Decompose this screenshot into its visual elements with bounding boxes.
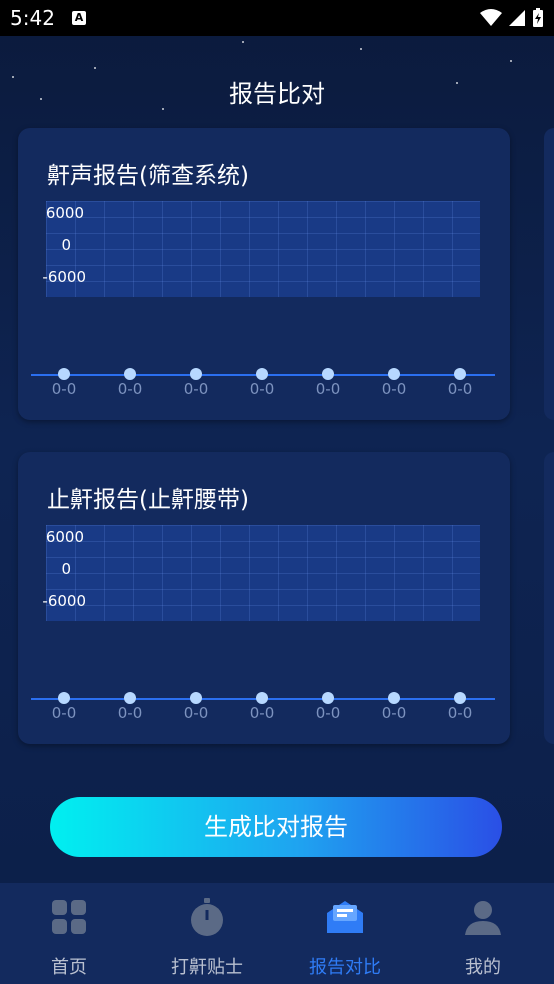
- data-point[interactable]: [256, 368, 268, 380]
- bottom-tab-bar: 首页 打鼾贴士 报告对比 我的: [0, 883, 554, 984]
- y-tick: 6000: [45, 528, 84, 546]
- x-tick: 0-0: [315, 704, 341, 722]
- notification-icon: A: [72, 11, 86, 25]
- tab-label: 我的: [465, 957, 501, 978]
- x-tick: 0-0: [381, 704, 407, 722]
- x-tick: 0-0: [117, 704, 143, 722]
- person-icon: [465, 901, 501, 935]
- chart-plot-area: [46, 201, 480, 297]
- card-title: 鼾声报告(筛查系统): [47, 163, 249, 189]
- status-bar: 5:42 A: [0, 0, 554, 36]
- tab-home[interactable]: 首页: [0, 883, 138, 984]
- report-card-snore[interactable]: 鼾声报告(筛查系统) 6000 0 -6000 0-0 0-0 0-0 0-0 …: [18, 128, 510, 420]
- x-tick: 0-0: [447, 704, 473, 722]
- y-tick: -6000: [42, 592, 86, 610]
- x-tick: 0-0: [51, 380, 77, 398]
- data-point[interactable]: [454, 368, 466, 380]
- data-point[interactable]: [190, 692, 202, 704]
- grid-icon: [52, 900, 86, 934]
- data-point[interactable]: [388, 692, 400, 704]
- data-point[interactable]: [58, 368, 70, 380]
- card-title: 止鼾报告(止鼾腰带): [47, 487, 249, 513]
- y-tick: 6000: [45, 204, 84, 222]
- x-tick: 0-0: [249, 704, 275, 722]
- status-time: 5:42: [10, 6, 55, 30]
- status-icons: [480, 8, 544, 28]
- x-tick: 0-0: [381, 380, 407, 398]
- tab-profile[interactable]: 我的: [414, 883, 552, 984]
- data-point[interactable]: [124, 368, 136, 380]
- data-point[interactable]: [256, 692, 268, 704]
- battery-icon: [533, 8, 543, 27]
- stopwatch-icon: [191, 898, 223, 936]
- tab-report-compare[interactable]: 报告对比: [276, 883, 414, 984]
- tab-label: 打鼾贴士: [171, 957, 243, 978]
- data-point[interactable]: [388, 368, 400, 380]
- data-point[interactable]: [322, 692, 334, 704]
- message-icon: [327, 901, 363, 933]
- x-tick: 0-0: [117, 380, 143, 398]
- chart-plot-area: [46, 525, 480, 621]
- star: [94, 67, 96, 69]
- y-tick: -6000: [42, 268, 86, 286]
- x-tick: 0-0: [183, 380, 209, 398]
- tab-tips[interactable]: 打鼾贴士: [138, 883, 276, 984]
- data-point[interactable]: [124, 692, 136, 704]
- next-card-peek[interactable]: [544, 128, 554, 420]
- data-point[interactable]: [58, 692, 70, 704]
- signal-icon: [509, 10, 525, 26]
- x-tick: 0-0: [183, 704, 209, 722]
- x-tick: 0-0: [447, 380, 473, 398]
- data-point[interactable]: [190, 368, 202, 380]
- page-title: 报告比对: [229, 80, 325, 108]
- next-card-peek[interactable]: [544, 452, 554, 744]
- tab-label: 首页: [51, 957, 87, 978]
- star: [360, 48, 362, 50]
- x-tick: 0-0: [315, 380, 341, 398]
- generate-report-button[interactable]: 生成比对报告: [50, 797, 502, 857]
- report-card-belt[interactable]: 止鼾报告(止鼾腰带) 6000 0 -6000 0-0 0-0 0-0 0-0 …: [18, 452, 510, 744]
- wifi-icon: [480, 9, 502, 26]
- data-point[interactable]: [322, 368, 334, 380]
- tab-label: 报告对比: [309, 957, 381, 978]
- x-tick: 0-0: [249, 380, 275, 398]
- star: [242, 41, 244, 43]
- star: [510, 60, 512, 62]
- data-point[interactable]: [454, 692, 466, 704]
- x-tick: 0-0: [51, 704, 77, 722]
- y-tick: 0: [61, 560, 71, 578]
- y-tick: 0: [61, 236, 71, 254]
